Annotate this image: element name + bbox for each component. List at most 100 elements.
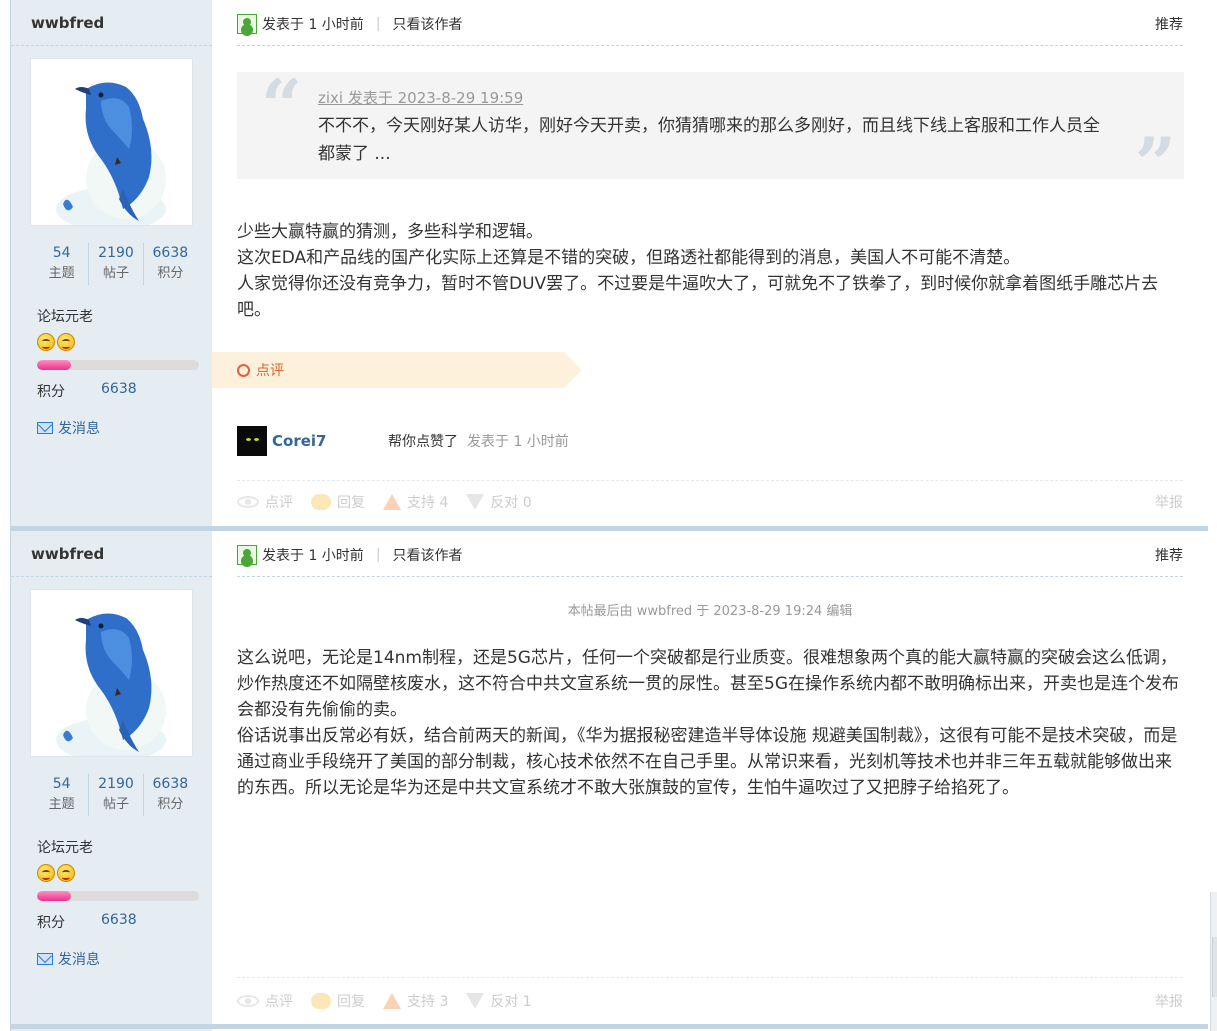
stat-credits-num: 6638 <box>152 245 189 261</box>
username[interactable]: wwbfred <box>31 14 104 32</box>
post-main: 发表于 1 小时前 | 只看该作者 推荐 本帖最后由 wwbfred 于 202… <box>212 531 1208 1031</box>
oppose-button[interactable]: 反对 0 <box>466 492 532 512</box>
review-label: 点评 <box>265 994 293 1010</box>
send-message-link[interactable]: 发消息 <box>37 418 100 438</box>
credit-value: 6638 <box>101 912 137 928</box>
content-paragraph: 这次EDA和产品线的国产化实际上还算是不错的突破，但路透社都能得到的消息，美国人… <box>237 248 1021 268</box>
stat-posts[interactable]: 2190 帖子 <box>88 243 142 285</box>
quote-author-link[interactable]: zixi 发表于 2023-8-29 19:59 <box>318 87 523 108</box>
stat-topics[interactable]: 54 主题 <box>35 774 88 816</box>
recommend-link[interactable]: 推荐 <box>1155 14 1183 34</box>
reply-icon <box>311 494 331 510</box>
stat-topics-num: 54 <box>52 776 71 792</box>
only-author-link[interactable]: 只看该作者 <box>393 14 463 34</box>
post-main: 发表于 1 小时前 | 只看该作者 推荐 “ ” zixi 发表于 2023-8… <box>212 0 1208 531</box>
content-paragraph: 这么说吧，无论是14nm制程，还是5G芯片，任何一个突破都是行业质变。很难想象两… <box>237 648 1179 720</box>
post-header: 发表于 1 小时前 | 只看该作者 推荐 <box>237 14 1183 34</box>
report-link[interactable]: 举报 <box>1155 492 1183 512</box>
oppose-button[interactable]: 反对 1 <box>466 991 532 1011</box>
stat-topics-label: 主题 <box>48 797 75 812</box>
credit-row: 积分 6638 <box>37 912 137 932</box>
post-separator <box>11 1024 1208 1029</box>
avatar[interactable] <box>30 589 193 757</box>
stat-topics[interactable]: 54 主题 <box>35 243 88 285</box>
content-paragraph: 人家觉得你还没有竞争力，暂时不管DUV罢了。不过要是牛逼吹大了，可就免不了铁拳了… <box>237 274 1159 320</box>
divider <box>11 45 212 46</box>
stat-posts-label: 帖子 <box>102 797 129 812</box>
review-button[interactable]: 点评 <box>237 991 293 1011</box>
divider <box>11 576 212 577</box>
post-time: 发表于 1 小时前 <box>262 17 364 33</box>
circle-icon <box>237 363 250 377</box>
post-content: 这么说吧，无论是14nm制程，还是5G芯片，任何一个突破都是行业质变。很难想象两… <box>237 645 1187 801</box>
smiley-icon <box>57 864 75 882</box>
oppose-label: 反对 0 <box>490 495 532 511</box>
stat-posts[interactable]: 2190 帖子 <box>88 774 142 816</box>
stat-credits-label: 积分 <box>157 266 184 281</box>
rank-stars <box>37 333 75 351</box>
stat-credits-num: 6638 <box>152 776 189 792</box>
envelope-icon <box>37 422 53 434</box>
rank-progress-bar <box>37 360 199 370</box>
commenter-name[interactable]: Corei7 <box>272 432 388 450</box>
rank-progress-fill <box>37 891 72 901</box>
send-message-label: 发消息 <box>58 421 100 437</box>
credit-row: 积分 6638 <box>37 381 137 401</box>
post-1: wwbfred 54 主题 2190 帖子 6638 积分 论坛元老 积分 66… <box>10 0 1208 531</box>
divider <box>237 45 1183 46</box>
review-icon <box>237 496 259 508</box>
online-user-icon <box>237 545 257 565</box>
comment-text: 帮你点赞了 <box>388 434 458 450</box>
commenter-avatar[interactable] <box>237 426 267 456</box>
rank-progress-bar <box>37 891 199 901</box>
username[interactable]: wwbfred <box>31 545 104 563</box>
post-2: wwbfred 54 主题 2190 帖子 6638 积分 论坛元老 积分 66… <box>10 531 1208 1031</box>
online-user-icon <box>237 14 257 34</box>
report-link[interactable]: 举报 <box>1155 991 1183 1011</box>
user-rank: 论坛元老 <box>37 309 93 325</box>
open-quote-icon: “ <box>261 63 303 148</box>
close-quote-icon: ” <box>1134 121 1176 206</box>
post-time: 发表于 1 小时前 <box>262 548 364 564</box>
review-button[interactable]: 点评 <box>237 492 293 512</box>
thumbs-up-arrow-icon <box>383 494 401 510</box>
review-label: 点评 <box>265 495 293 511</box>
scrollbar-thumb[interactable] <box>1212 937 1217 997</box>
recommend-link[interactable]: 推荐 <box>1155 545 1183 565</box>
quote-text: 不不不，今天刚好某人访华，刚好今天开卖，你猜猜哪来的那么多刚好，而且线下线上客服… <box>318 116 1100 164</box>
comment-time: 发表于 1 小时前 <box>467 434 569 450</box>
support-button[interactable]: 支持 4 <box>383 492 448 512</box>
quote-block: “ ” zixi 发表于 2023-8-29 19:59 不不不，今天刚好某人访… <box>237 63 1184 200</box>
post-actions: 点评 回复 支持 4 反对 0 举报 <box>237 492 1183 512</box>
support-label: 支持 3 <box>407 994 449 1010</box>
only-author-link[interactable]: 只看该作者 <box>393 545 463 565</box>
content-paragraph: 少些大赢特赢的猜测，多些科学和逻辑。 <box>237 222 543 242</box>
user-stats: 54 主题 2190 帖子 6638 积分 <box>35 243 197 285</box>
comment-row: Corei7 帮你点赞了 发表于 1 小时前 <box>237 426 937 456</box>
send-message-link[interactable]: 发消息 <box>37 949 100 969</box>
reply-icon <box>311 993 331 1009</box>
bird-avatar-image <box>31 59 192 225</box>
divider <box>237 576 1183 577</box>
stat-posts-num: 2190 <box>98 776 134 792</box>
reply-button[interactable]: 回复 <box>311 991 365 1011</box>
review-tab[interactable]: 点评 <box>212 352 582 388</box>
post-actions: 点评 回复 支持 3 反对 1 举报 <box>237 991 1183 1011</box>
thumbs-down-arrow-icon <box>466 494 485 510</box>
thumbs-down-arrow-icon <box>466 993 485 1009</box>
stat-credits-label: 积分 <box>157 797 184 812</box>
support-button[interactable]: 支持 3 <box>383 991 448 1011</box>
pipe-separator: | <box>375 16 381 32</box>
stat-credits[interactable]: 6638 积分 <box>142 774 197 816</box>
stat-credits[interactable]: 6638 积分 <box>142 243 197 285</box>
rank-progress-fill <box>37 360 72 370</box>
rank-stars <box>37 864 75 882</box>
review-tab-label: 点评 <box>256 363 284 379</box>
divider <box>237 480 1183 481</box>
pipe-separator: | <box>375 547 381 563</box>
post-header: 发表于 1 小时前 | 只看该作者 推荐 <box>237 545 1183 565</box>
reply-button[interactable]: 回复 <box>311 492 365 512</box>
avatar[interactable] <box>30 58 193 226</box>
user-sidebar: wwbfred 54 主题 2190 帖子 6638 积分 论坛元老 积分 66… <box>11 531 212 1031</box>
reply-label: 回复 <box>337 495 365 511</box>
